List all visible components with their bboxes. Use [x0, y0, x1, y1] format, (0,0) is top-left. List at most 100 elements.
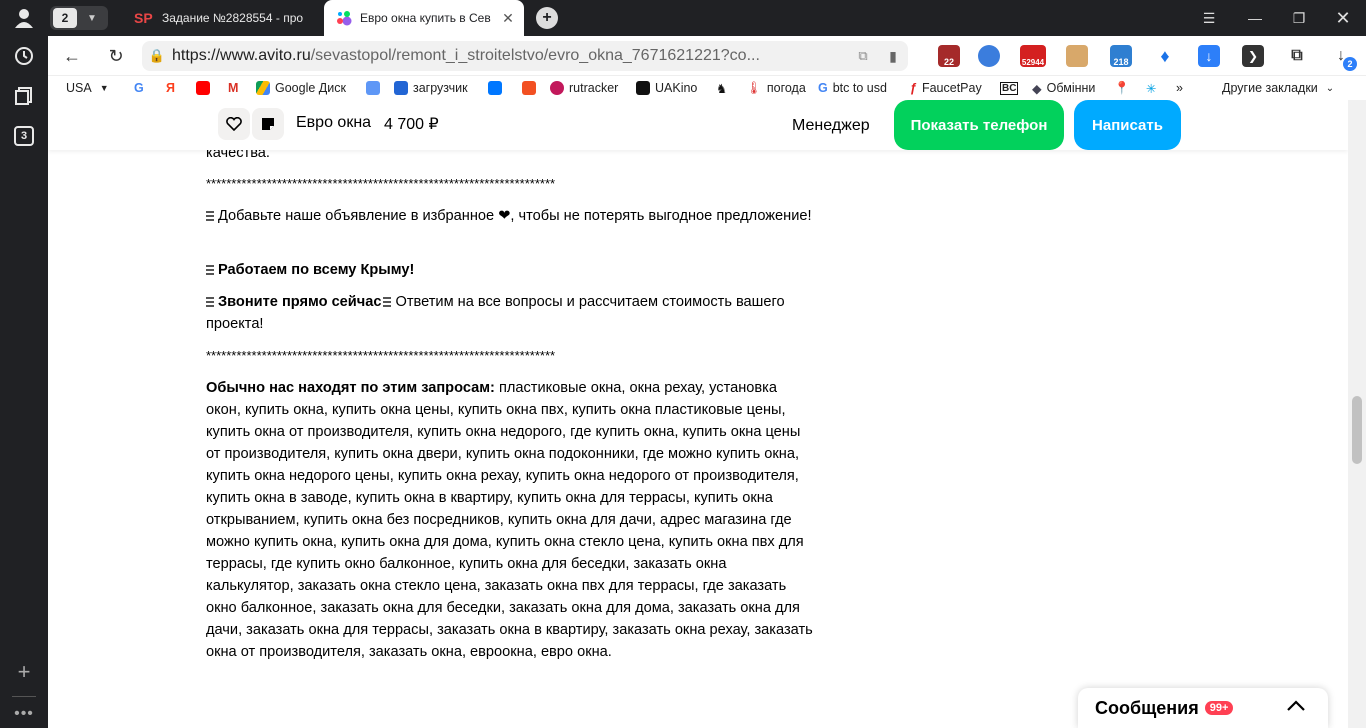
reload-icon[interactable]: ↻: [104, 44, 128, 68]
youtube-icon: [196, 81, 210, 95]
extension-5-icon[interactable]: 218: [1110, 45, 1132, 67]
bookmark-maps[interactable]: 📍: [1114, 79, 1130, 97]
desc-separator: ****************************************…: [206, 176, 556, 191]
messages-badge: 99+: [1204, 701, 1234, 715]
list-marker-icon: [206, 265, 214, 275]
other-bookmarks[interactable]: Другие закладки ⌄: [1222, 79, 1334, 97]
bookmark-google-drive[interactable]: Google Диск: [256, 79, 346, 97]
back-icon[interactable]: ←: [60, 44, 84, 68]
bookmark-google[interactable]: G: [134, 79, 144, 97]
sticky-ad-header: Евро окна 4 700 ₽ Менеджер Показать теле…: [48, 100, 1348, 150]
collections-icon[interactable]: [10, 82, 38, 110]
address-bar[interactable]: 🔒 https://www.avito.ru/sevastopol/remont…: [142, 41, 908, 71]
restore-icon[interactable]: ❐: [1276, 0, 1322, 36]
gmail-icon: M: [228, 81, 239, 95]
bookmark-zagruzchik[interactable]: загрузчик: [394, 79, 468, 97]
bc-icon: BC: [1000, 81, 1019, 95]
bookmark-btc[interactable]: Gbtc to usd: [818, 79, 887, 97]
chess-icon: ♞: [716, 81, 728, 96]
add-panel-icon[interactable]: +: [10, 658, 38, 686]
extensions-icon[interactable]: ⧉: [1286, 45, 1308, 67]
note-button[interactable]: [252, 108, 284, 140]
google-icon: G: [818, 81, 828, 95]
tab-zadanie[interactable]: SP Задание №2828554 - про: [122, 0, 322, 36]
bookmark-uakino[interactable]: UAKino: [636, 79, 697, 97]
bookmark-faucetpay[interactable]: ƒ FaucetPay: [910, 79, 982, 97]
downloads-badge: 2: [1343, 57, 1357, 71]
close-tab-icon[interactable]: ✕: [500, 10, 516, 27]
tab-group-count: 2: [53, 8, 77, 28]
bookmark-translate[interactable]: [366, 79, 385, 97]
tab-avito[interactable]: Евро окна купить в Сев ✕: [324, 0, 524, 36]
tab-title: Задание №2828554 - про: [162, 11, 304, 25]
bookmarks-more[interactable]: »: [1176, 79, 1183, 97]
chevron-down-icon: ▼: [87, 12, 97, 24]
maps-icon: 📍: [1114, 80, 1130, 95]
bookmark-yandex[interactable]: Я: [166, 79, 175, 97]
bookmark-youtube[interactable]: [196, 79, 215, 97]
extension-8-icon[interactable]: ❯: [1242, 45, 1264, 67]
tabs-count: 3: [14, 126, 34, 146]
lock-icon: 🔒: [148, 48, 166, 63]
thermometer-icon: 🌡: [746, 80, 762, 95]
new-tab-button[interactable]: +: [536, 7, 558, 29]
bookmark-f[interactable]: [522, 79, 541, 97]
url-text: https://www.avito.ru/sevastopol/remont_i…: [172, 47, 760, 64]
yandex-icon: Я: [166, 81, 175, 95]
copy-link-icon[interactable]: ⧉: [848, 48, 878, 64]
history-icon[interactable]: [10, 42, 38, 70]
desc-crimea: Работаем по всему Крыму!: [206, 259, 814, 281]
close-window-icon[interactable]: ✕: [1320, 0, 1366, 36]
ad-title: Евро окна: [296, 114, 372, 131]
diamond-icon[interactable]: ♦: [1154, 45, 1176, 67]
tab-group-button[interactable]: 2 ▼: [50, 6, 108, 30]
heart-icon: [226, 117, 242, 131]
minimize-icon[interactable]: —: [1232, 0, 1278, 36]
menu-icon[interactable]: ☰: [1186, 0, 1232, 36]
bookmark-chess[interactable]: ♞: [716, 79, 727, 97]
show-phone-button[interactable]: Показать телефон: [894, 100, 1064, 150]
messages-panel[interactable]: Сообщения 99+: [1078, 688, 1328, 728]
bookmark-icon[interactable]: ▮: [878, 48, 908, 65]
extension-3-icon[interactable]: 52944: [1020, 45, 1046, 67]
extension-1-icon[interactable]: 22: [938, 45, 960, 67]
tab-title: Евро окна купить в Сев: [360, 11, 491, 25]
profile-icon[interactable]: [10, 4, 38, 32]
vk-icon: [488, 81, 502, 95]
f-icon: [522, 81, 536, 95]
list-marker-icon: [206, 297, 214, 307]
rutracker-icon: [550, 81, 564, 95]
favorite-button[interactable]: [218, 108, 250, 140]
sidebar-divider: [12, 696, 36, 697]
bookmark-obminni[interactable]: ◆ Обмінни: [1032, 79, 1095, 97]
scrollbar-thumb[interactable]: [1352, 396, 1362, 464]
translate-icon: [366, 81, 380, 95]
write-button[interactable]: Написать: [1074, 100, 1181, 150]
faucetpay-icon: ƒ: [910, 81, 917, 95]
kyivstar-icon: ✳: [1146, 81, 1157, 96]
browser-sidebar: 3 + •••: [0, 0, 48, 728]
extension-4-icon[interactable]: [1066, 45, 1088, 67]
diamond-icon: ◆: [1032, 81, 1042, 96]
bookmark-vk[interactable]: [488, 79, 507, 97]
desc-queries: Обычно нас находят по этим запросам: пла…: [206, 380, 813, 660]
infinity-icon: [394, 81, 408, 95]
bookmark-bc[interactable]: BC: [1000, 79, 1019, 97]
tabs-count-icon[interactable]: 3: [10, 122, 38, 150]
bookmark-rutracker[interactable]: rutracker: [550, 79, 618, 97]
chevron-up-icon[interactable]: [1286, 696, 1306, 717]
google-icon: G: [134, 81, 144, 95]
uakino-icon: [636, 81, 650, 95]
bookmark-kyivstar[interactable]: ✳: [1146, 79, 1156, 97]
page-scrollbar[interactable]: [1348, 100, 1366, 728]
more-icon[interactable]: •••: [10, 700, 38, 728]
avito-favicon-icon: [337, 11, 352, 26]
bookmark-gmail[interactable]: M: [228, 79, 238, 97]
extension-2-icon[interactable]: [978, 45, 1000, 67]
bookmark-pogoda[interactable]: 🌡 погода: [746, 79, 806, 97]
seller-name[interactable]: Менеджер: [792, 117, 870, 135]
download-ext-icon[interactable]: ↓: [1198, 45, 1220, 67]
bookmarks-bar: USA ▼ G Я M Google Диск загрузчик rutrack…: [48, 76, 1366, 100]
sp-favicon-icon: SP: [134, 10, 153, 26]
bookmark-usa[interactable]: USA ▼: [66, 79, 109, 97]
